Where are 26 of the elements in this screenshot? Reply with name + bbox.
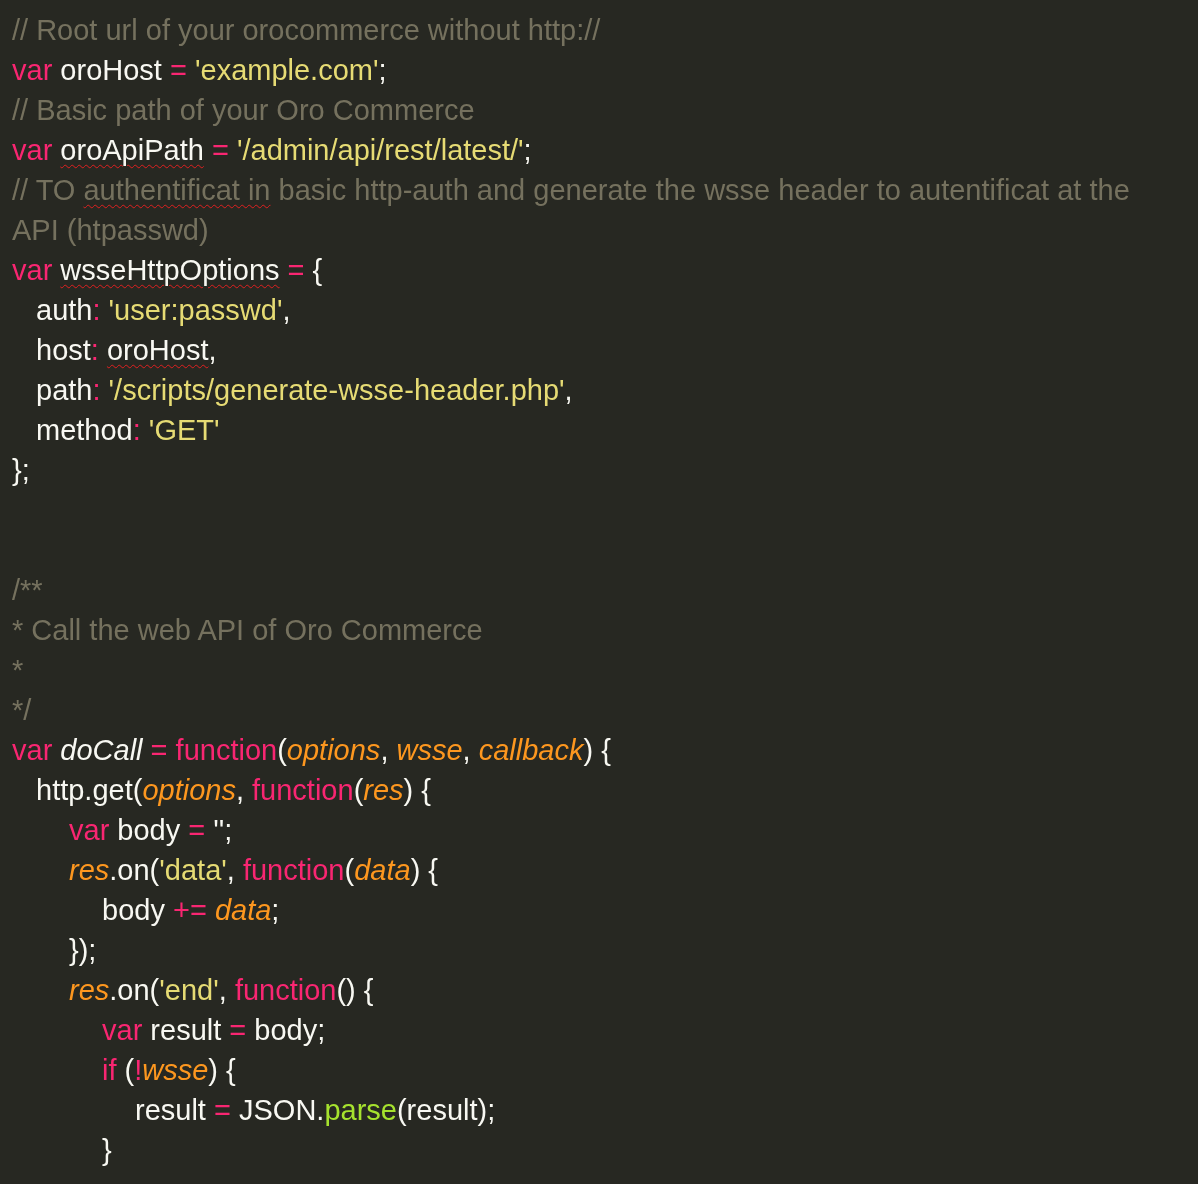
code-line: result = JSON.parse(result);: [134, 1093, 497, 1128]
code-line: /**: [12, 573, 44, 608]
code-line: var wsseHttpOptions = {: [12, 253, 324, 288]
code-line: *: [12, 653, 25, 688]
code-line: var result = body;: [101, 1013, 327, 1048]
code-line: if (!wsse) {: [101, 1053, 237, 1088]
code-line: var doCall = function(options, wsse, callback) {: [12, 733, 612, 768]
code-line: */: [12, 693, 33, 728]
code-line: // Basic path of your Oro Commerce: [12, 93, 476, 128]
code-line: var oroHost = 'example.com';: [12, 53, 388, 88]
code-line: var oroApiPath = '/admin/api/rest/latest/';: [12, 133, 533, 168]
code-line: res.on('end', function() {: [68, 973, 375, 1008]
code-line: // Root url of your orocommerce without http://: [12, 13, 602, 48]
code-line: body += data;: [101, 893, 281, 928]
code-line: var body = '';: [68, 813, 234, 848]
code-line: method: 'GET': [35, 413, 221, 448]
code-line: path: '/scripts/generate-wsse-header.php',: [35, 373, 574, 408]
code-line: // TO authentificat in basic http-auth and generate the wsse header to autentificat at the API (htpasswd): [12, 173, 1131, 248]
code-line: });: [68, 933, 98, 968]
code-line: auth: 'user:passwd',: [35, 293, 292, 328]
code-line: http.get(options, function(res) {: [35, 773, 432, 808]
code-line: host: oroHost,: [35, 333, 218, 368]
code-line: };: [12, 453, 31, 488]
code-line: res.on('data', function(data) {: [68, 853, 440, 888]
code-line: * Call the web API of Oro Commerce: [12, 613, 484, 648]
code-line: }: [101, 1133, 113, 1168]
